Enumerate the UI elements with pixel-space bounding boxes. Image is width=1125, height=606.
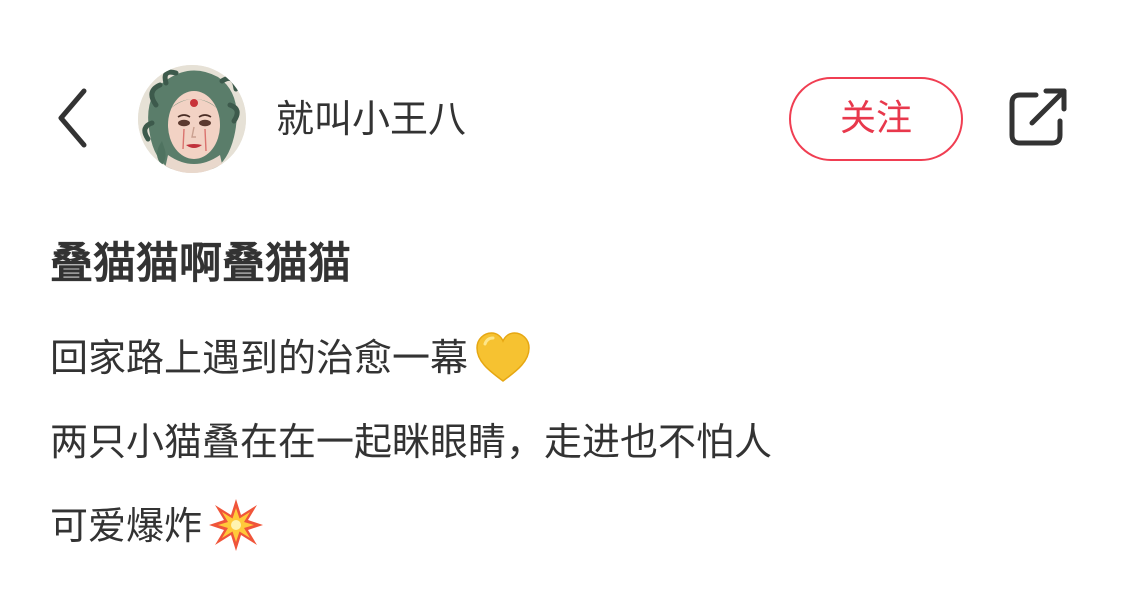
collision-icon [208,497,264,575]
share-button[interactable] [1004,87,1070,151]
back-button[interactable] [50,88,98,148]
note-line: 两只小猫叠在在一起眯眼睛，走进也不怕人 [50,407,1080,491]
note-header: 就叫小王八 关注 [0,0,1125,236]
share-external-icon [1009,88,1067,146]
note-title: 叠猫猫啊叠猫猫 [50,239,351,289]
note-body: 回家路上遇到的治愈一幕 两只小猫叠在在一起眯眼睛，走进也不怕人 可爱爆炸 [50,323,1080,575]
user-avatar-image [138,65,246,173]
avatar[interactable] [138,65,246,173]
username[interactable]: 就叫小王八 [276,93,466,145]
note-line-text: 可爱爆炸 [50,504,203,548]
follow-button[interactable]: 关注 [789,77,963,161]
note-line: 回家路上遇到的治愈一幕 [50,323,1080,407]
yellow-heart-icon [474,329,532,407]
note-line-text: 回家路上遇到的治愈一幕 [50,336,469,380]
note-line-text: 两只小猫叠在在一起眯眼睛，走进也不怕人 [50,420,773,464]
chevron-left-icon [58,88,87,148]
note-line: 可爱爆炸 [50,491,1080,575]
